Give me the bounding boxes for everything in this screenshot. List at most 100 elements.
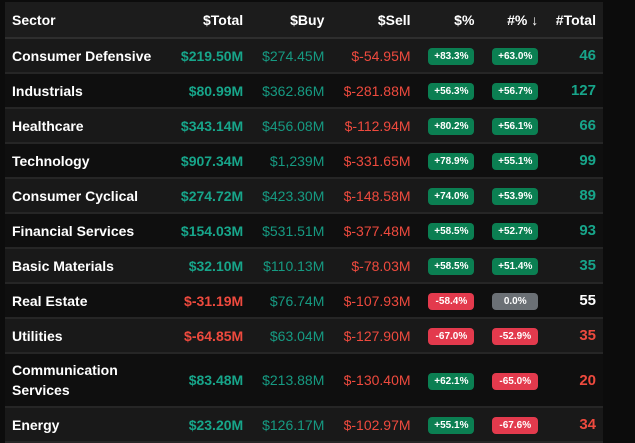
total-value: $83.48M xyxy=(169,353,251,408)
sector-name: Basic Materials xyxy=(5,248,169,284)
dollar-pct-cell: -58.4% xyxy=(417,283,482,319)
buy-value: $531.51M xyxy=(250,213,332,249)
count-total: 66 xyxy=(545,108,603,144)
buy-value: $362.86M xyxy=(250,73,332,109)
total-value: $343.14M xyxy=(169,108,251,144)
dollar-pct-badge: +58.5% xyxy=(428,258,475,275)
count-total: 35 xyxy=(545,248,603,284)
total-value: $-31.19M xyxy=(169,283,251,319)
dollar-pct-cell: +80.2% xyxy=(417,108,482,144)
count-pct-badge: -67.6% xyxy=(492,417,539,434)
dollar-pct-cell: +58.5% xyxy=(417,213,482,249)
table-row[interactable]: Consumer Cyclical $274.72M $423.30M $-148.5… xyxy=(5,178,603,214)
sell-value: $-130.40M xyxy=(331,353,418,408)
sector-name: Real Estate xyxy=(5,283,169,319)
sector-name: Financial Services xyxy=(5,213,169,249)
count-pct-badge: 0.0% xyxy=(492,293,539,310)
count-pct-cell: +51.4% xyxy=(481,248,546,284)
buy-value: $274.45M xyxy=(250,38,332,74)
buy-value: $63.04M xyxy=(250,318,332,354)
count-pct-badge: +56.1% xyxy=(492,118,539,135)
dollar-pct-badge: +80.2% xyxy=(428,118,475,135)
total-value: $80.99M xyxy=(169,73,251,109)
dollar-pct-badge: +62.1% xyxy=(428,372,475,390)
buy-value: $76.74M xyxy=(250,283,332,319)
count-pct-badge: +56.7% xyxy=(492,83,539,100)
dollar-pct-cell: +55.1% xyxy=(417,407,482,443)
buy-value: $126.17M xyxy=(250,407,332,443)
dollar-pct-cell: +56.3% xyxy=(417,73,482,109)
table-row[interactable]: Consumer Defensive $219.50M $274.45M $-54.9… xyxy=(5,38,603,74)
count-total: 99 xyxy=(545,143,603,179)
count-pct-cell: +55.1% xyxy=(481,143,546,179)
total-value: $274.72M xyxy=(169,178,251,214)
dollar-pct-badge: +74.0% xyxy=(428,188,475,205)
table-row[interactable]: Industrials $80.99M $362.86M $-281.88M +56.3… xyxy=(5,73,603,109)
buy-value: $110.13M xyxy=(250,248,332,284)
count-pct-badge: +63.0% xyxy=(492,48,539,65)
count-pct-cell: +52.7% xyxy=(481,213,546,249)
sector-name: Technology xyxy=(5,143,169,179)
count-total: 93 xyxy=(545,213,603,249)
total-value: $907.34M xyxy=(169,143,251,179)
sector-name: Industrials xyxy=(5,73,169,109)
buy-value: $423.30M xyxy=(250,178,332,214)
count-pct-cell: +56.7% xyxy=(481,73,546,109)
header-count-total[interactable]: #Total xyxy=(545,2,603,39)
sell-value: $-54.95M xyxy=(331,38,418,74)
dollar-pct-badge: +55.1% xyxy=(428,417,475,434)
count-total: 55 xyxy=(545,283,603,319)
sell-value: $-127.90M xyxy=(331,318,418,354)
table-row[interactable]: Utilities $-64.85M $63.04M $-127.90M -67.0% -… xyxy=(5,318,603,354)
total-value: $-64.85M xyxy=(169,318,251,354)
header-sector[interactable]: Sector xyxy=(5,2,169,39)
count-pct-cell: +63.0% xyxy=(481,38,546,74)
header-dollar-pct[interactable]: $% xyxy=(417,2,482,39)
count-total: 127 xyxy=(545,73,603,109)
count-pct-cell: +56.1% xyxy=(481,108,546,144)
buy-value: $213.88M xyxy=(250,353,332,408)
table-row[interactable]: Energy $23.20M $126.17M $-102.97M +55.1% -67.… xyxy=(5,407,603,443)
table-row[interactable]: Financial Services $154.03M $531.51M $-377.… xyxy=(5,213,603,249)
sector-name: Communication Services xyxy=(5,353,169,408)
table-row[interactable]: Technology $907.34M $1,239M $-331.65M +78.9%… xyxy=(5,143,603,179)
count-pct-badge: +53.9% xyxy=(492,188,539,205)
count-total: 46 xyxy=(545,38,603,74)
count-total: 35 xyxy=(545,318,603,354)
count-pct-cell: 0.0% xyxy=(481,283,546,319)
header-sell[interactable]: $Sell xyxy=(331,2,418,39)
sell-value: $-331.65M xyxy=(331,143,418,179)
total-value: $154.03M xyxy=(169,213,251,249)
table-row[interactable]: Healthcare $343.14M $456.08M $-112.94M +80.2… xyxy=(5,108,603,144)
header-total[interactable]: $Total xyxy=(169,2,251,39)
count-pct-cell: -67.6% xyxy=(481,407,546,443)
count-pct-cell: -65.0% xyxy=(481,353,546,408)
count-pct-cell: +53.9% xyxy=(481,178,546,214)
sector-table: Sector $Total $Buy $Sell $% #% ↓ #Total Consum… xyxy=(5,2,603,443)
sector-name: Utilities xyxy=(5,318,169,354)
sell-value: $-148.58M xyxy=(331,178,418,214)
header-count-pct[interactable]: #% ↓ xyxy=(481,2,546,39)
header-buy[interactable]: $Buy xyxy=(250,2,332,39)
dollar-pct-badge: +56.3% xyxy=(428,83,475,100)
dollar-pct-cell: +78.9% xyxy=(417,143,482,179)
count-pct-badge: +51.4% xyxy=(492,258,539,275)
dollar-pct-cell: +58.5% xyxy=(417,248,482,284)
table-row[interactable]: Real Estate $-31.19M $76.74M $-107.93M -58.4… xyxy=(5,283,603,319)
total-value: $32.10M xyxy=(169,248,251,284)
dollar-pct-badge: -58.4% xyxy=(428,293,475,310)
total-value: $219.50M xyxy=(169,38,251,74)
count-pct-badge: +52.7% xyxy=(492,223,539,240)
dollar-pct-badge: +78.9% xyxy=(428,153,475,170)
sell-value: $-377.48M xyxy=(331,213,418,249)
buy-value: $456.08M xyxy=(250,108,332,144)
table-row[interactable]: Communication Services $83.48M $213.88M $-1… xyxy=(5,353,603,408)
count-total: 20 xyxy=(545,353,603,408)
count-pct-badge: -52.9% xyxy=(492,328,539,345)
dollar-pct-cell: +74.0% xyxy=(417,178,482,214)
sell-value: $-281.88M xyxy=(331,73,418,109)
sell-value: $-102.97M xyxy=(331,407,418,443)
table-row[interactable]: Basic Materials $32.10M $110.13M $-78.03M +5… xyxy=(5,248,603,284)
sell-value: $-112.94M xyxy=(331,108,418,144)
count-pct-cell: -52.9% xyxy=(481,318,546,354)
